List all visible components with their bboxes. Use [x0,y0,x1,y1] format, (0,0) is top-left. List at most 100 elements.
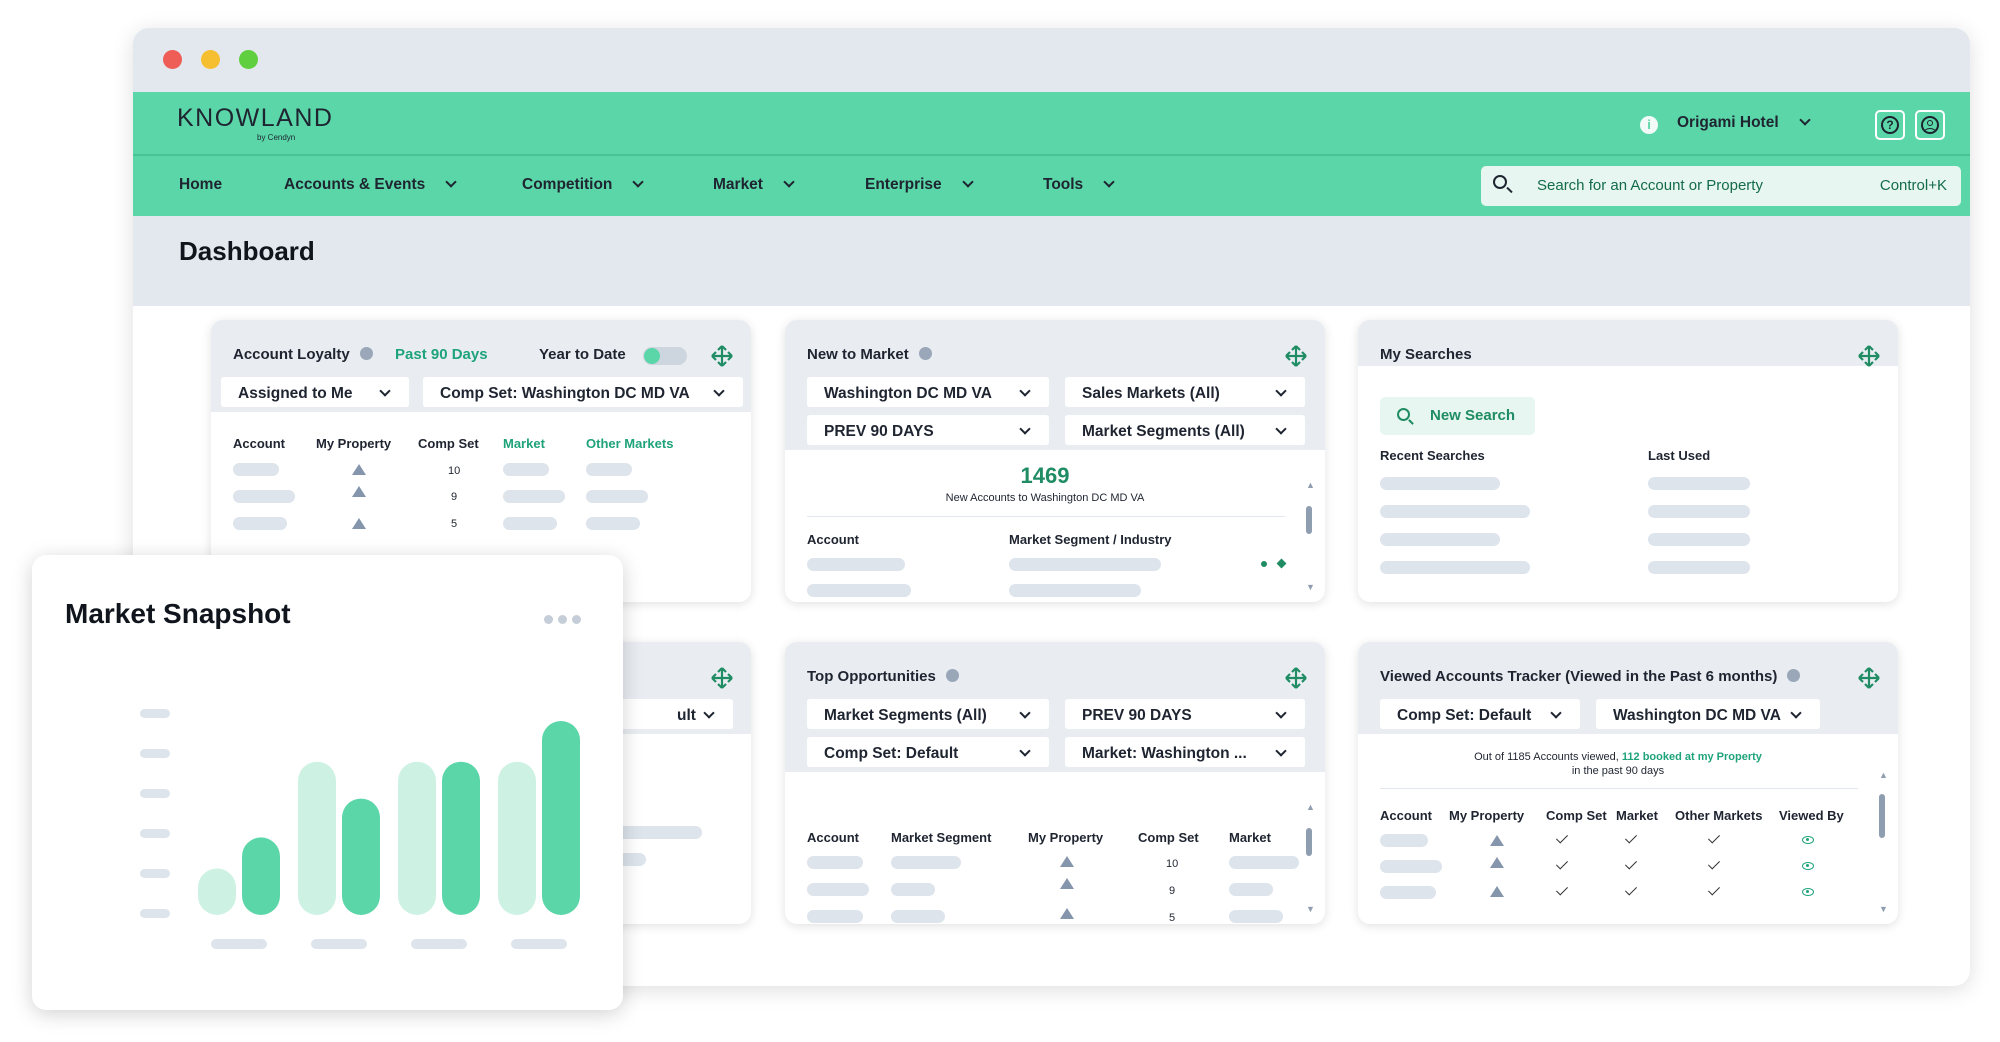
card-title: Top Opportunities [807,668,959,685]
scrollbar-thumb[interactable] [1879,794,1885,838]
info-icon[interactable] [918,346,932,360]
column-header[interactable]: Other Markets [1675,808,1762,823]
column-header[interactable]: Comp Set [418,436,479,451]
nav-home[interactable]: Home [179,176,222,194]
global-search[interactable]: Search for an Account or Property Contro… [1481,166,1961,206]
scroll-down-icon[interactable]: ▼ [1879,904,1888,914]
column-header[interactable]: Comp Set [1546,808,1607,823]
more-dots-icon[interactable] [544,615,584,625]
assigned-filter[interactable]: Assigned to Me [221,377,409,407]
drag-handle-icon[interactable] [1858,345,1880,367]
help-button[interactable]: ? [1875,110,1905,140]
placeholder-cell [586,517,640,530]
close-window-button[interactable] [163,50,182,69]
scroll-down-icon[interactable]: ▼ [1306,904,1315,914]
market-filter[interactable]: Washington DC MD VA [807,377,1049,407]
info-icon[interactable] [1787,668,1801,682]
scroll-up-icon[interactable]: ▲ [1306,480,1315,490]
column-header[interactable]: My Property [1449,808,1524,823]
scrollbar-thumb[interactable] [1306,828,1312,856]
select-value: Market Segments (All) [824,707,987,724]
column-header[interactable]: Other Markets [586,436,673,451]
chart-bar[interactable] [242,837,280,915]
chart-bar[interactable] [198,868,236,915]
drag-handle-icon[interactable] [711,345,733,367]
column-header[interactable]: Market Segment / Industry [1009,532,1172,547]
search-placeholder: Search for an Account or Property [1537,177,1763,194]
eye-icon[interactable] [1802,836,1814,844]
drag-handle-icon[interactable] [711,667,733,689]
chart-bar[interactable] [442,761,480,915]
column-header[interactable]: Market [1616,808,1658,823]
chart-bar[interactable] [398,761,436,915]
chart-bar[interactable] [298,761,336,915]
info-icon[interactable]: i [1640,116,1658,134]
check-icon [1555,831,1569,844]
eye-icon[interactable] [1802,862,1814,870]
nav-tools[interactable]: Tools [1043,176,1115,194]
placeholder-cell [503,463,549,476]
column-header: Last Used [1648,448,1711,463]
column-header[interactable]: Account [1380,808,1432,823]
market-filter[interactable]: Washington DC MD VA [1596,699,1820,729]
scroll-down-icon[interactable]: ▼ [1306,582,1315,592]
column-header[interactable]: Account [807,532,859,547]
logo[interactable]: KNOWLAND [177,104,333,133]
column-header[interactable]: Comp Set [1138,830,1199,845]
zoom-window-button[interactable] [239,50,258,69]
chevron-down-icon [1275,423,1287,435]
segments-filter[interactable]: Market Segments (All) [1065,415,1305,445]
chart-bar[interactable] [498,761,536,915]
info-icon[interactable] [945,668,959,682]
chevron-down-icon [962,176,974,188]
drag-handle-icon[interactable] [1858,667,1880,689]
hotel-selector[interactable]: Origami Hotel [1677,114,1811,132]
minimize-window-button[interactable] [201,50,220,69]
new-search-button[interactable]: New Search [1380,397,1535,435]
placeholder-cell [891,883,935,896]
eye-icon[interactable] [1802,888,1814,896]
comp-set-filter[interactable]: Comp Set: Default [807,737,1049,767]
column-header[interactable]: Account [233,436,285,451]
scrollbar-thumb[interactable] [1306,506,1312,534]
nav-enterprise[interactable]: Enterprise [865,176,974,194]
chevron-down-icon [1275,385,1287,397]
column-header[interactable]: Account [807,830,859,845]
chart-bar[interactable] [542,721,580,915]
market-filter[interactable]: Market: Washington ... [1065,737,1305,767]
placeholder-cell [1648,561,1750,574]
warning-icon [352,464,366,475]
scroll-up-icon[interactable]: ▲ [1306,802,1315,812]
comp-set-filter[interactable]: Comp Set: Washington DC MD VA [423,377,743,407]
nav-competition[interactable]: Competition [522,176,645,194]
segments-filter[interactable]: Market Segments (All) [807,699,1049,729]
warning-icon [1490,886,1504,897]
column-header[interactable]: My Property [1028,830,1103,845]
chart-bar[interactable] [342,798,380,915]
column-header[interactable]: My Property [316,436,391,451]
nav-accounts-events[interactable]: Accounts & Events [284,176,457,194]
divider [1380,788,1858,789]
profile-button[interactable] [1915,110,1945,140]
y-axis-tick-placeholder [140,829,170,838]
scroll-up-icon[interactable]: ▲ [1879,770,1888,780]
placeholder-cell [807,584,911,597]
column-header[interactable]: Viewed By [1779,808,1844,823]
drag-handle-icon[interactable] [1285,667,1307,689]
drag-handle-icon[interactable] [1285,345,1307,367]
column-header[interactable]: Market [503,436,545,451]
check-icon [1707,883,1721,896]
column-header[interactable]: Market [1229,830,1271,845]
period-filter[interactable]: PREV 90 DAYS [807,415,1049,445]
info-icon[interactable] [359,346,373,360]
period-filter[interactable]: PREV 90 DAYS [1065,699,1305,729]
comp-set-filter[interactable]: Comp Set: Default [1380,699,1580,729]
period-label[interactable]: Past 90 Days [395,346,488,363]
warning-icon [352,518,366,529]
nav-market[interactable]: Market [713,176,795,194]
year-to-date-toggle[interactable] [643,347,687,365]
chevron-down-icon [632,176,645,188]
warning-icon [1060,908,1074,919]
column-header[interactable]: Market Segment [891,830,991,845]
sales-markets-filter[interactable]: Sales Markets (All) [1065,377,1305,407]
